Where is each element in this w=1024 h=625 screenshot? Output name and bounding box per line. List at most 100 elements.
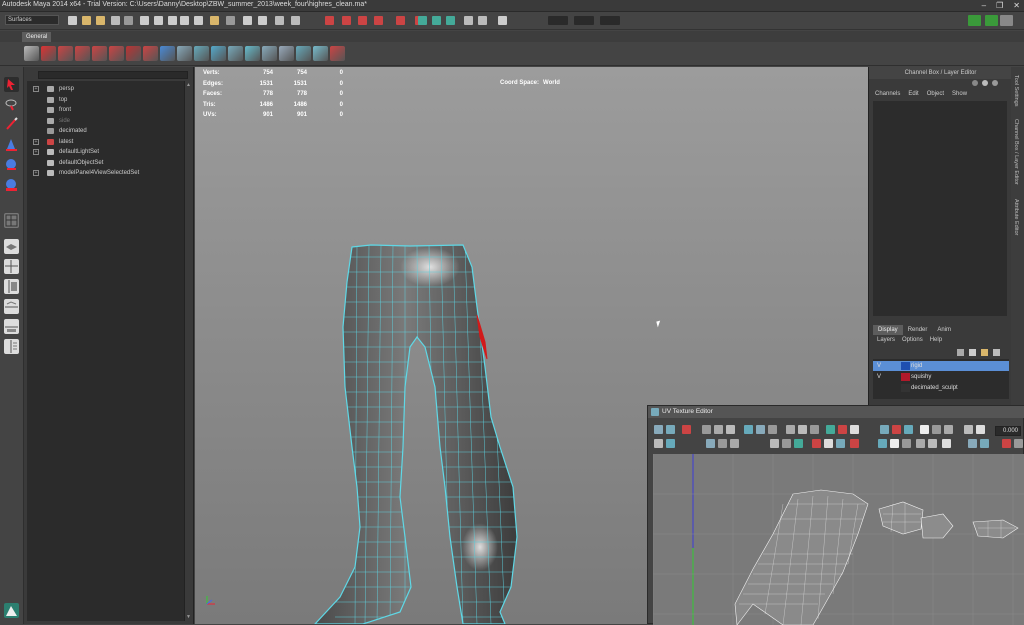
- uv-tool-icon[interactable]: [794, 439, 803, 448]
- transform-input-field[interactable]: [574, 16, 594, 25]
- layout-single-icon[interactable]: [4, 239, 19, 254]
- layer-tab[interactable]: Render: [903, 325, 933, 335]
- status-tool-icon[interactable]: [325, 16, 334, 25]
- status-tool-icon[interactable]: [194, 16, 203, 25]
- uv-tool-icon[interactable]: [654, 425, 663, 434]
- uv-tool-icon[interactable]: [786, 425, 795, 434]
- layer-color-swatch[interactable]: [901, 384, 910, 392]
- uv-tool-icon[interactable]: [976, 425, 985, 434]
- uv-tool-icon[interactable]: [916, 439, 925, 448]
- status-tool-icon[interactable]: [96, 16, 105, 25]
- status-tool-icon[interactable]: [154, 16, 163, 25]
- shelf-tool-icon[interactable]: [126, 46, 141, 61]
- layer-visibility-toggle[interactable]: V: [877, 372, 881, 382]
- outliner-scrollbar[interactable]: ▲ ▼: [184, 81, 193, 621]
- status-tool-icon[interactable]: [258, 16, 267, 25]
- channel-box-menu-item[interactable]: Channels: [875, 91, 900, 97]
- uv-tool-icon[interactable]: [850, 425, 859, 434]
- channel-box-area[interactable]: [873, 101, 1007, 316]
- uv-tool-icon[interactable]: [768, 425, 777, 434]
- channel-box-menu-item[interactable]: Show: [952, 91, 967, 97]
- panel-toggle-icon[interactable]: [1000, 15, 1013, 26]
- scale-tool-icon[interactable]: [4, 177, 19, 192]
- status-tool-icon[interactable]: [432, 16, 441, 25]
- uv-tool-icon[interactable]: [890, 439, 899, 448]
- status-tool-icon[interactable]: [358, 16, 367, 25]
- uv-canvas[interactable]: [653, 454, 1024, 625]
- expand-icon[interactable]: +: [33, 138, 39, 145]
- shelf-tool-icon[interactable]: [245, 46, 260, 61]
- layout-four-icon[interactable]: [4, 259, 19, 274]
- lasso-tool-icon[interactable]: [4, 97, 19, 112]
- uv-tool-icon[interactable]: [980, 439, 989, 448]
- uv-value-field[interactable]: 0.000: [995, 426, 1021, 436]
- uv-tool-icon[interactable]: [654, 439, 663, 448]
- uv-tool-icon[interactable]: [850, 439, 859, 448]
- uv-tool-icon[interactable]: [942, 439, 951, 448]
- layer-row[interactable]: Vsquishy: [873, 372, 1009, 382]
- status-tool-icon[interactable]: [291, 16, 300, 25]
- transform-input-field[interactable]: [600, 16, 620, 25]
- uv-tool-icon[interactable]: [892, 425, 901, 434]
- layer-row[interactable]: decimated_sculpt: [873, 383, 1009, 393]
- uv-tool-icon[interactable]: [810, 425, 819, 434]
- uv-tool-icon[interactable]: [666, 425, 675, 434]
- shelf-tool-icon[interactable]: [228, 46, 243, 61]
- shelf-tool-icon[interactable]: [92, 46, 107, 61]
- shelf-tool-icon[interactable]: [279, 46, 294, 61]
- uv-tool-icon[interactable]: [714, 425, 723, 434]
- status-tool-icon[interactable]: [478, 16, 487, 25]
- shelf-tool-icon[interactable]: [313, 46, 328, 61]
- status-tool-icon[interactable]: [275, 16, 284, 25]
- uv-tool-icon[interactable]: [706, 439, 715, 448]
- panel-toggle-icon[interactable]: [968, 15, 981, 26]
- layout-persp-graph-icon[interactable]: [4, 299, 19, 314]
- uv-tool-icon[interactable]: [782, 439, 791, 448]
- uv-tool-icon[interactable]: [1002, 439, 1011, 448]
- status-tool-icon[interactable]: [111, 16, 120, 25]
- status-tool-icon[interactable]: [124, 16, 133, 25]
- transform-input-field[interactable]: [548, 16, 568, 25]
- status-tool-icon[interactable]: [68, 16, 77, 25]
- close-button[interactable]: ✕: [1013, 1, 1020, 10]
- status-tool-icon[interactable]: [342, 16, 351, 25]
- uv-tool-icon[interactable]: [932, 425, 941, 434]
- status-tool-icon[interactable]: [82, 16, 91, 25]
- shelf-tool-icon[interactable]: [75, 46, 90, 61]
- uv-tool-icon[interactable]: [902, 439, 911, 448]
- paint-select-icon[interactable]: [4, 117, 19, 132]
- layer-visibility-toggle[interactable]: V: [877, 361, 881, 371]
- uv-tool-icon[interactable]: [878, 439, 887, 448]
- shelf-tool-icon[interactable]: [109, 46, 124, 61]
- status-tool-icon[interactable]: [464, 16, 473, 25]
- expand-icon[interactable]: +: [33, 170, 39, 176]
- status-tool-icon[interactable]: [374, 16, 383, 25]
- channel-box-menu-item[interactable]: Edit: [908, 91, 918, 97]
- layout-persp-uv-icon[interactable]: [4, 339, 19, 354]
- uv-tool-icon[interactable]: [726, 425, 735, 434]
- uv-tool-icon[interactable]: [756, 425, 765, 434]
- shelf-tab-general[interactable]: General: [22, 32, 52, 42]
- uv-tool-icon[interactable]: [920, 425, 929, 434]
- uv-tool-icon[interactable]: [1014, 439, 1023, 448]
- status-tool-icon[interactable]: [180, 16, 189, 25]
- uv-tool-icon[interactable]: [824, 439, 833, 448]
- channel-box-menu-item[interactable]: Object: [927, 91, 944, 97]
- uv-tool-icon[interactable]: [836, 439, 845, 448]
- status-tool-icon[interactable]: [418, 16, 427, 25]
- uv-tool-icon[interactable]: [928, 439, 937, 448]
- maximize-button[interactable]: ❐: [996, 1, 1003, 10]
- status-tool-icon[interactable]: [396, 16, 405, 25]
- panel-toggle-icon[interactable]: [985, 15, 998, 26]
- uv-tool-icon[interactable]: [730, 439, 739, 448]
- uv-tool-icon[interactable]: [964, 425, 973, 434]
- shelf-tool-icon[interactable]: [24, 46, 39, 61]
- status-tool-icon[interactable]: [168, 16, 177, 25]
- uv-tool-icon[interactable]: [702, 425, 711, 434]
- status-tool-icon[interactable]: [226, 16, 235, 25]
- layer-menu-item[interactable]: Help: [930, 337, 942, 343]
- status-tool-icon[interactable]: [140, 16, 149, 25]
- uv-tool-icon[interactable]: [944, 425, 953, 434]
- tab-channel-box[interactable]: Channel Box / Layer Editor: [1013, 119, 1019, 185]
- layer-menu-item[interactable]: Layers: [877, 337, 895, 343]
